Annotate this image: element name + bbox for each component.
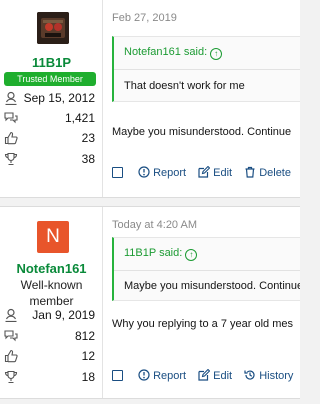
user-info-panel: N Notefan161 Well-known member Jan 9, 20… xyxy=(0,207,103,398)
history-label: History xyxy=(259,370,294,382)
post-date[interactable]: Today at 4:20 AM xyxy=(112,219,197,231)
thumbs-up-icon xyxy=(4,349,18,363)
quote-block: 11B1P said: ↑ Maybe you misunderstood. Co… xyxy=(112,237,300,301)
edit-button[interactable]: Edit xyxy=(198,368,233,382)
delete-label: Delete xyxy=(259,167,291,179)
stat-points: 38 xyxy=(4,151,95,169)
alert-circle-icon xyxy=(138,166,150,178)
quote-author-link[interactable]: 11B1P said: ↑ xyxy=(124,247,198,261)
post: 11B1P Trusted Member Sep 15, 2012 1,421 … xyxy=(0,0,300,198)
arrow-up-circle-icon[interactable]: ↑ xyxy=(185,249,198,261)
post-message: Maybe you misunderstood. Continue xyxy=(112,126,292,138)
edit-icon xyxy=(198,165,211,178)
user-info-panel: 11B1P Trusted Member Sep 15, 2012 1,421 … xyxy=(0,0,103,197)
arrow-up-circle-icon[interactable]: ↑ xyxy=(210,48,223,60)
stat-reactions: 12 xyxy=(4,348,95,366)
avatar[interactable]: N xyxy=(37,221,69,253)
stat-messages: 1,421 xyxy=(4,110,95,128)
post-date[interactable]: Feb 27, 2019 xyxy=(112,12,177,24)
trophy-icon xyxy=(4,370,18,384)
quote-author: Notefan161 said: xyxy=(124,46,208,58)
avatar-image-icon xyxy=(37,12,69,44)
report-button[interactable]: Report xyxy=(138,369,186,382)
post-content: Feb 27, 2019 Notefan161 said: ↑ That does… xyxy=(104,0,300,197)
post-message: Why you replying to a 7 year old mes xyxy=(112,318,293,330)
quote-author-link[interactable]: Notefan161 said: ↑ xyxy=(124,46,223,60)
stat-reactions: 23 xyxy=(4,130,95,148)
speech-bubbles-icon xyxy=(4,111,18,125)
post-actions: Report Edit History xyxy=(112,368,300,387)
quote-text: Maybe you misunderstood. Continue xyxy=(124,280,300,292)
post-content: Today at 4:20 AM 11B1P said: ↑ Maybe you … xyxy=(104,207,300,398)
username[interactable]: Notefan161 xyxy=(0,261,103,276)
speech-bubbles-icon xyxy=(4,329,18,343)
message-count: 812 xyxy=(74,329,95,343)
joined-date: Jan 9, 2019 xyxy=(32,308,95,322)
calendar-person-icon xyxy=(4,91,18,105)
quote-block: Notefan161 said: ↑ That doesn't work for … xyxy=(112,36,300,102)
points-count: 18 xyxy=(81,370,95,384)
alert-circle-icon xyxy=(138,369,150,381)
stat-messages: 812 xyxy=(4,328,95,346)
edit-icon xyxy=(198,368,211,381)
report-label: Report xyxy=(153,370,187,382)
stat-joined: Jan 9, 2019 xyxy=(4,307,95,325)
select-checkbox[interactable] xyxy=(112,370,123,381)
edit-label: Edit xyxy=(213,370,233,382)
user-badge: Trusted Member xyxy=(4,72,96,86)
edit-label: Edit xyxy=(213,167,233,179)
post-actions: Report Edit Delete xyxy=(112,165,300,184)
stat-points: 18 xyxy=(4,369,95,387)
history-button[interactable]: History xyxy=(244,369,293,382)
joined-date: Sep 15, 2012 xyxy=(23,91,95,105)
calendar-person-icon xyxy=(4,308,18,322)
trophy-icon xyxy=(4,152,18,166)
reaction-count: 12 xyxy=(81,349,95,363)
quote-divider xyxy=(114,69,300,70)
delete-button[interactable]: Delete xyxy=(244,166,291,179)
message-count: 1,421 xyxy=(64,111,95,125)
edit-button[interactable]: Edit xyxy=(198,165,233,179)
username[interactable]: 11B1P xyxy=(0,55,103,70)
quote-author: 11B1P said: xyxy=(124,247,183,259)
avatar[interactable] xyxy=(37,12,69,44)
user-rank: Well-known member xyxy=(20,278,83,308)
points-count: 38 xyxy=(81,152,95,166)
reaction-count: 23 xyxy=(81,131,95,145)
thumbs-up-icon xyxy=(4,131,18,145)
history-icon xyxy=(244,370,255,380)
report-button[interactable]: Report xyxy=(138,166,186,179)
select-checkbox[interactable] xyxy=(112,167,123,178)
quote-divider xyxy=(114,270,300,271)
report-label: Report xyxy=(153,167,187,179)
trash-icon xyxy=(245,166,255,178)
stat-joined: Sep 15, 2012 xyxy=(4,90,95,108)
quote-text: That doesn't work for me xyxy=(124,80,245,92)
post: N Notefan161 Well-known member Jan 9, 20… xyxy=(0,206,300,399)
